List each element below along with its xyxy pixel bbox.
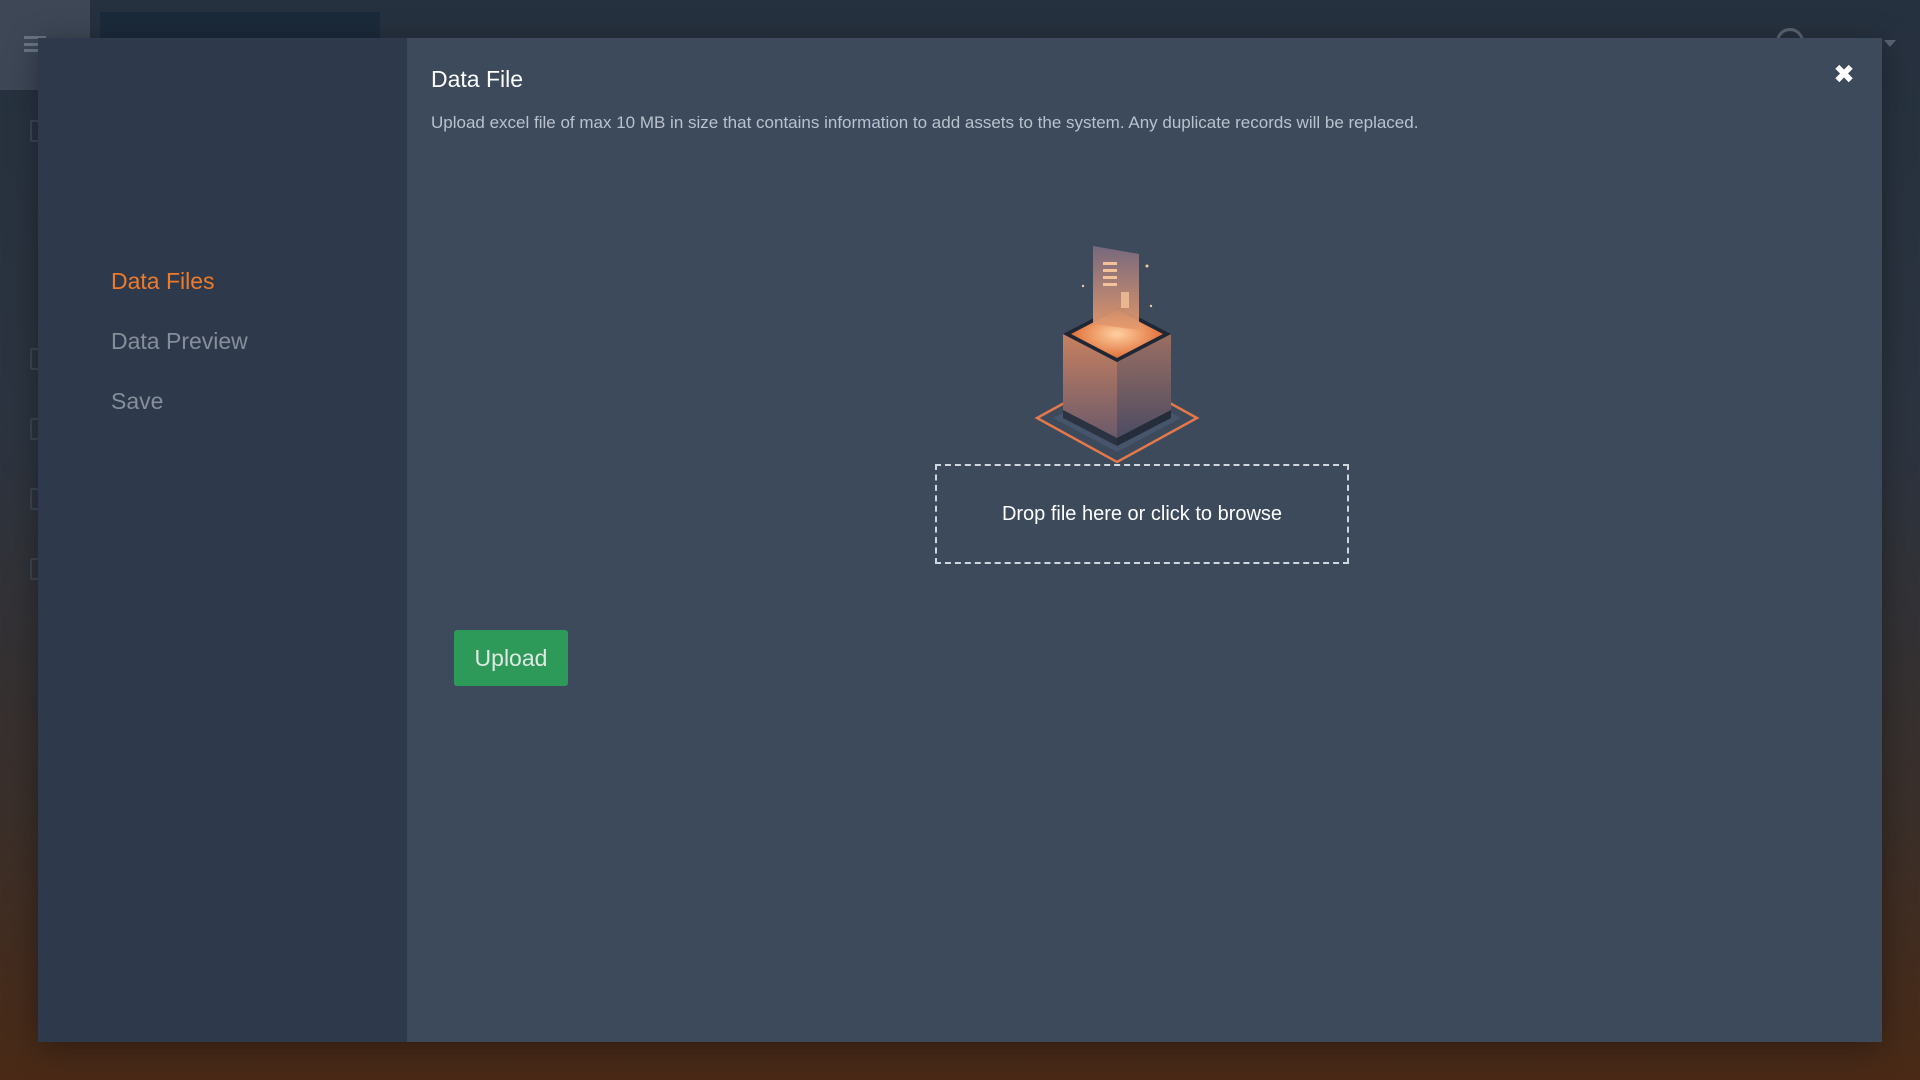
close-icon[interactable]: ✖ bbox=[1830, 60, 1858, 88]
chevron-down-icon bbox=[1884, 40, 1896, 47]
data-file-modal: Data Files Data Preview Save Data File U… bbox=[38, 38, 1882, 1042]
step-data-files[interactable]: Data Files bbox=[111, 268, 248, 294]
modal-title: Data File bbox=[431, 66, 524, 92]
upload-box-icon bbox=[1034, 246, 1200, 464]
steps-list: Data Files Data Preview Save bbox=[111, 268, 248, 448]
background-header-bar bbox=[100, 12, 380, 38]
step-save[interactable]: Save bbox=[111, 388, 248, 414]
file-dropzone[interactable]: Drop file here or click to browse bbox=[935, 464, 1349, 564]
step-data-preview[interactable]: Data Preview bbox=[111, 328, 248, 354]
modal-content: Data File Upload excel file of max 10 MB… bbox=[407, 38, 1882, 1042]
modal-steps-panel: Data Files Data Preview Save bbox=[38, 38, 407, 1042]
upload-button[interactable]: Upload bbox=[454, 630, 568, 686]
modal-description: Upload excel file of max 10 MB in size t… bbox=[431, 113, 1419, 132]
